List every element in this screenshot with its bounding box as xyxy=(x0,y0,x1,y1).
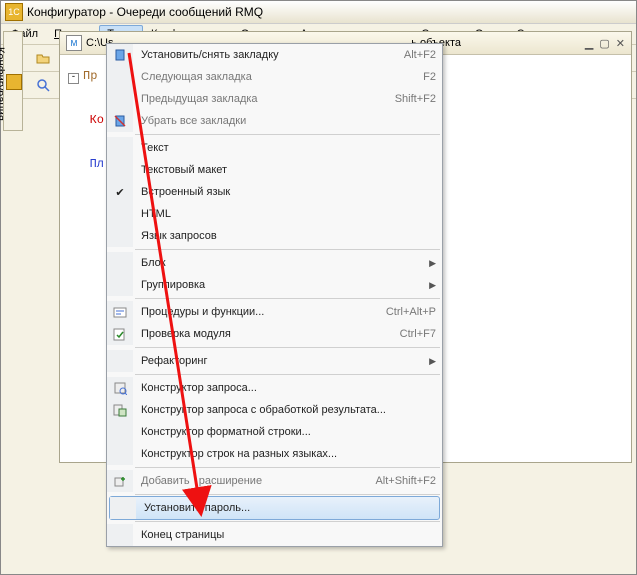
open-icon[interactable] xyxy=(31,46,55,70)
menu-item[interactable]: Конструктор форматной строки... xyxy=(107,421,442,443)
menu-item[interactable]: HTML xyxy=(107,203,442,225)
menu-item[interactable]: Установить пароль... xyxy=(109,496,440,520)
blank-icon xyxy=(107,443,133,465)
check: ✔ xyxy=(107,181,133,203)
menu-item-label: Конструктор строк на разных языках... xyxy=(133,448,436,460)
doc-window-controls: ▁ ▢ ✕ xyxy=(585,37,625,50)
menu-item-label: Добавить расширение xyxy=(133,475,375,487)
menu-item[interactable]: Следующая закладкаF2 xyxy=(107,66,442,88)
maximize-icon[interactable]: ▢ xyxy=(599,37,609,50)
menu-item[interactable]: Язык запросов xyxy=(107,225,442,247)
query-builder-icon xyxy=(107,377,133,399)
menu-item-label: Установить/снять закладку xyxy=(133,49,404,61)
blank-icon xyxy=(107,88,133,110)
extension-add-icon xyxy=(107,470,133,492)
menu-item-label: Убрать все закладки xyxy=(133,115,436,127)
menu-item[interactable]: Конструктор запроса... xyxy=(107,377,442,399)
menu-item[interactable]: ✔Встроенный язык xyxy=(107,181,442,203)
blank-icon xyxy=(107,252,133,274)
menu-item[interactable]: Конструктор строк на разных языках... xyxy=(107,443,442,465)
menu-item-label: Встроенный язык xyxy=(133,186,436,198)
menu-item-label: Процедуры и функции... xyxy=(133,306,386,318)
blank-icon xyxy=(107,159,133,181)
menu-item[interactable]: Рефакторинг▶ xyxy=(107,350,442,372)
menu-item[interactable]: Текст xyxy=(107,137,442,159)
menu-item[interactable]: Процедуры и функции...Ctrl+Alt+P xyxy=(107,301,442,323)
blank-icon xyxy=(107,421,133,443)
menu-item-label: Установить пароль... xyxy=(136,502,435,514)
config-icon xyxy=(6,74,22,90)
fold-toggle[interactable]: - xyxy=(68,73,79,84)
menu-item-label: Следующая закладка xyxy=(133,71,423,83)
blank-icon xyxy=(107,66,133,88)
blank-icon xyxy=(107,524,133,546)
menu-item[interactable]: Блок▶ xyxy=(107,252,442,274)
blank-icon xyxy=(107,137,133,159)
find-icon[interactable] xyxy=(31,73,55,97)
titlebar: 1C Конфигуратор - Очереди сообщений RMQ xyxy=(1,1,636,24)
menu-item-label: Конец страницы xyxy=(133,529,436,541)
shortcut-label: Alt+Shift+F2 xyxy=(375,475,436,487)
menu-item-label: Блок xyxy=(133,257,423,269)
text-menu-dropdown: Установить/снять закладкуAlt+F2Следующая… xyxy=(106,43,443,547)
side-tab-label: Конфигурация xyxy=(0,47,6,121)
blank-icon xyxy=(107,203,133,225)
shortcut-label: Ctrl+F7 xyxy=(400,328,436,340)
shortcut-label: F2 xyxy=(423,71,436,83)
blank-icon xyxy=(107,350,133,372)
menu-item-label: Рефакторинг xyxy=(133,355,423,367)
proc-icon xyxy=(107,301,133,323)
menu-item[interactable]: Группировка▶ xyxy=(107,274,442,296)
blank-icon xyxy=(107,274,133,296)
menu-item[interactable]: Конец страницы xyxy=(107,524,442,546)
close-icon[interactable]: ✕ xyxy=(616,37,625,50)
window-title: Конфигуратор - Очереди сообщений RMQ xyxy=(27,5,263,19)
minimize-icon[interactable]: ▁ xyxy=(585,37,593,50)
menu-item[interactable]: Проверка модуляCtrl+F7 xyxy=(107,323,442,345)
submenu-arrow-icon: ▶ xyxy=(423,356,436,367)
submenu-arrow-icon: ▶ xyxy=(423,258,436,269)
check-module-icon xyxy=(107,323,133,345)
menu-item-label: Предыдущая закладка xyxy=(133,93,395,105)
blank-icon xyxy=(107,225,133,247)
shortcut-label: Alt+F2 xyxy=(404,49,436,61)
menu-item-label: Проверка модуля xyxy=(133,328,400,340)
menu-item[interactable]: Убрать все закладки xyxy=(107,110,442,132)
menu-item-label: Конструктор форматной строки... xyxy=(133,426,436,438)
app-icon: 1C xyxy=(5,3,23,21)
menu-item[interactable]: Добавить расширениеAlt+Shift+F2 xyxy=(107,470,442,492)
shortcut-label: Ctrl+Alt+P xyxy=(386,306,436,318)
menu-item[interactable]: Предыдущая закладкаShift+F2 xyxy=(107,88,442,110)
query-result-icon xyxy=(107,399,133,421)
side-tab-config[interactable]: Конфигурация xyxy=(3,31,23,131)
menu-item-label: Текстовый макет xyxy=(133,164,436,176)
menu-item-label: Язык запросов xyxy=(133,230,436,242)
menu-item[interactable]: Конструктор запроса с обработкой результ… xyxy=(107,399,442,421)
submenu-arrow-icon: ▶ xyxy=(423,280,436,291)
menu-item-label: Группировка xyxy=(133,279,423,291)
menu-item[interactable]: Установить/снять закладкуAlt+F2 xyxy=(107,44,442,66)
menu-item-label: Конструктор запроса... xyxy=(133,382,436,394)
shortcut-label: Shift+F2 xyxy=(395,93,436,105)
module-icon: M xyxy=(66,35,82,51)
menu-item-label: Конструктор запроса с обработкой результ… xyxy=(133,404,436,416)
menu-item-label: HTML xyxy=(133,208,436,220)
bookmark-clear-icon xyxy=(107,110,133,132)
blank-icon xyxy=(110,497,136,519)
menu-item[interactable]: Текстовый макет xyxy=(107,159,442,181)
bookmark-toggle-icon xyxy=(107,44,133,66)
menu-item-label: Текст xyxy=(133,142,436,154)
